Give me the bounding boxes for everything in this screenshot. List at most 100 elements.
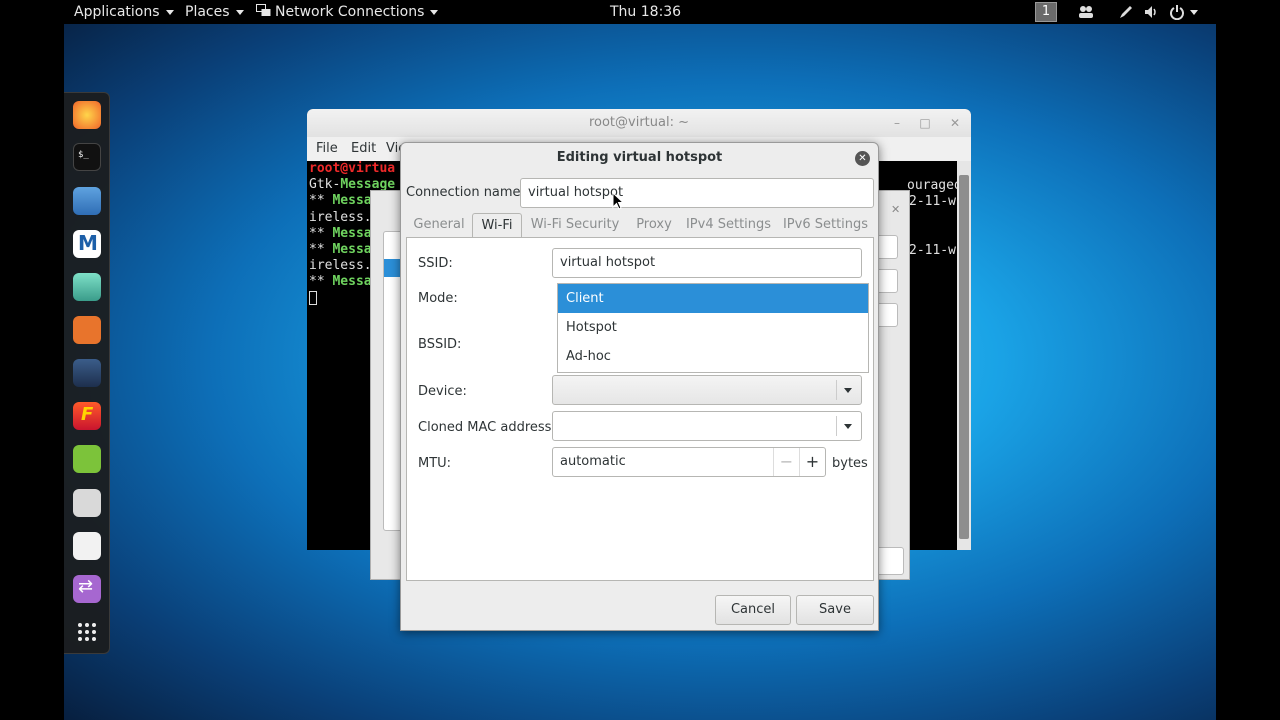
divider xyxy=(836,380,837,400)
output-fragment: 2-11-w xyxy=(909,243,956,258)
bssid-label: BSSID: xyxy=(418,337,462,352)
tab-wifi-security[interactable]: Wi-Fi Security xyxy=(522,213,628,238)
divider xyxy=(836,416,837,436)
pen-icon[interactable] xyxy=(1118,4,1134,20)
close-icon[interactable]: ✕ xyxy=(948,116,962,130)
metasploit-icon[interactable]: M xyxy=(73,230,101,258)
tab-proxy[interactable]: Proxy xyxy=(628,213,680,238)
tab-bar: General Wi-Fi Wi-Fi Security Proxy IPv4 … xyxy=(406,213,874,238)
chevron-down-icon xyxy=(430,9,439,15)
mtu-unit-label: bytes xyxy=(832,456,868,471)
output-line: ** xyxy=(309,274,333,290)
clock[interactable]: Thu 18:36 xyxy=(610,3,681,21)
mode-option-client[interactable]: Client xyxy=(558,284,868,313)
output-fragment: 2-11-w xyxy=(909,194,956,209)
mtu-value: automatic xyxy=(560,454,626,469)
tab-general[interactable]: General xyxy=(406,213,472,238)
cloned-mac-combo[interactable] xyxy=(552,411,862,441)
ssid-label: SSID: xyxy=(418,256,453,271)
screen: Applications Places Network Connections … xyxy=(0,0,1280,720)
wifi-tab-pane: SSID: virtual hotspot Mode: BSSID: Devic… xyxy=(406,237,874,581)
output-line: ** xyxy=(309,242,333,258)
terminal-icon[interactable]: $_ xyxy=(73,143,101,171)
mtu-spinbutton[interactable]: automatic − + xyxy=(552,447,826,477)
device-combo[interactable] xyxy=(552,375,862,405)
show-apps-icon[interactable] xyxy=(73,618,101,646)
leafpad-icon[interactable] xyxy=(73,445,101,473)
maltego-icon[interactable] xyxy=(73,359,101,387)
menu-edit[interactable]: Edit xyxy=(351,141,376,156)
close-icon[interactable]: ✕ xyxy=(855,151,870,166)
mtu-decrement-button[interactable]: − xyxy=(773,448,799,476)
firefox-icon[interactable] xyxy=(73,101,101,129)
side-button[interactable] xyxy=(876,547,904,575)
chevron-down-icon xyxy=(844,388,852,393)
output-highlight: Messa xyxy=(332,193,372,209)
output-line: ** xyxy=(309,193,333,209)
tweak-icon[interactable] xyxy=(73,532,101,560)
maximize-icon[interactable]: □ xyxy=(918,116,932,130)
applications-menu[interactable]: Applications xyxy=(74,3,174,21)
terminal-titlebar: root@virtual: ~ – □ ✕ xyxy=(307,109,971,137)
close-icon[interactable]: ✕ xyxy=(891,203,900,216)
tab-wifi[interactable]: Wi-Fi xyxy=(472,213,522,238)
connection-name-input[interactable]: virtual hotspot xyxy=(520,178,874,208)
power-icon[interactable] xyxy=(1169,4,1185,20)
network-icon xyxy=(256,4,271,16)
minimize-icon[interactable]: – xyxy=(890,116,904,130)
side-button[interactable] xyxy=(876,235,898,259)
chevron-down-icon xyxy=(165,9,174,15)
editing-connection-dialog: Editing virtual hotspot ✕ Connection nam… xyxy=(400,142,879,631)
mtu-label: MTU: xyxy=(418,456,452,471)
connection-name-label: Connection name: xyxy=(406,185,525,200)
workspace-indicator[interactable]: 1 xyxy=(1035,2,1057,22)
chevron-down-icon xyxy=(235,9,244,15)
places-label: Places xyxy=(185,4,230,20)
dock: $_ M F ⇄ xyxy=(64,92,110,654)
volume-icon[interactable] xyxy=(1143,4,1159,20)
chevron-down-icon[interactable] xyxy=(1190,10,1198,15)
side-button[interactable] xyxy=(876,303,898,327)
mtu-increment-button[interactable]: + xyxy=(799,448,825,476)
output-highlight: Messa xyxy=(332,225,372,241)
menu-file[interactable]: File xyxy=(316,141,338,156)
cloned-mac-label: Cloned MAC address: xyxy=(418,420,556,435)
files-icon[interactable] xyxy=(73,187,101,215)
output-highlight: Messa xyxy=(332,274,372,290)
list-selection xyxy=(384,259,400,277)
prompt: root@virtua xyxy=(309,161,396,176)
mode-dropdown-menu[interactable]: Client Hotspot Ad-hoc xyxy=(557,283,869,373)
scrollbar-thumb[interactable] xyxy=(959,175,969,539)
mode-option-adhoc[interactable]: Ad-hoc xyxy=(558,342,868,371)
mode-option-hotspot[interactable]: Hotspot xyxy=(558,313,868,342)
output-line: Gtk- xyxy=(309,177,341,193)
output-line: ireless. xyxy=(309,209,372,225)
mouse-pointer-icon xyxy=(612,192,624,210)
screenshot-icon[interactable] xyxy=(73,489,101,517)
tab-ipv6[interactable]: IPv6 Settings xyxy=(777,213,874,238)
mode-label: Mode: xyxy=(418,291,458,306)
top-bar: Applications Places Network Connections … xyxy=(64,0,1216,24)
users-icon[interactable] xyxy=(1078,4,1094,20)
faraday-icon[interactable]: F xyxy=(73,402,101,430)
dialog-title: Editing virtual hotspot xyxy=(556,150,723,165)
tab-ipv4[interactable]: IPv4 Settings xyxy=(680,213,777,238)
output-highlight: Messa xyxy=(332,242,372,258)
burpsuite-icon[interactable] xyxy=(73,316,101,344)
output-line: ireless. xyxy=(309,258,372,274)
device-label: Device: xyxy=(418,384,467,399)
side-button[interactable] xyxy=(876,269,898,293)
applications-label: Applications xyxy=(74,4,160,20)
network-connections-menu[interactable]: Network Connections xyxy=(256,3,439,21)
save-button[interactable]: Save xyxy=(796,595,874,625)
terminal-cursor xyxy=(309,291,317,306)
switcher-icon[interactable]: ⇄ xyxy=(73,575,101,603)
ssid-input[interactable]: virtual hotspot xyxy=(552,248,862,278)
places-menu[interactable]: Places xyxy=(185,3,244,21)
chevron-down-icon xyxy=(844,424,852,429)
terminal-title: root@virtual: ~ xyxy=(588,115,690,130)
cancel-button[interactable]: Cancel xyxy=(715,595,791,625)
armitage-icon[interactable] xyxy=(73,273,101,301)
network-connections-label: Network Connections xyxy=(275,4,425,20)
output-line: ** xyxy=(309,225,333,241)
